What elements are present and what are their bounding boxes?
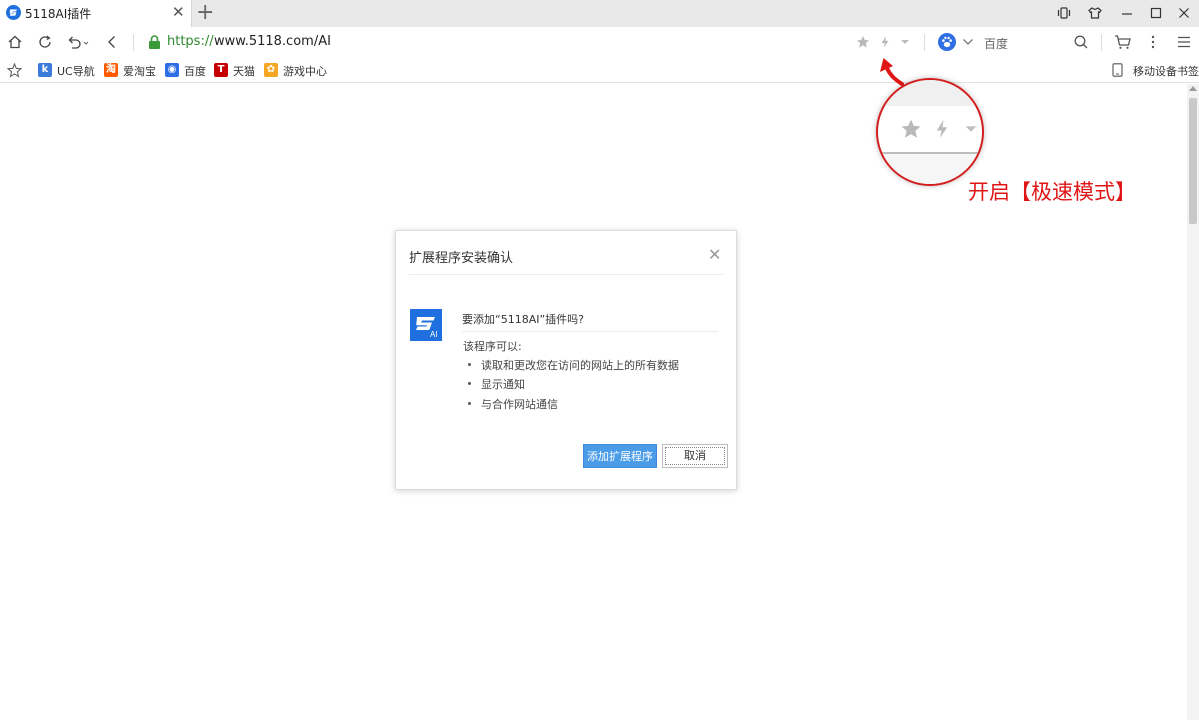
svg-text:AI: AI (430, 330, 438, 339)
close-icon[interactable] (1176, 5, 1192, 21)
divider (409, 274, 723, 275)
divider (1101, 34, 1102, 51)
scrollbar[interactable] (1187, 84, 1199, 720)
url-protocol: https:// (167, 34, 214, 49)
divider (924, 34, 925, 51)
uc-icon: k (38, 63, 52, 77)
bookmark-star-icon[interactable] (7, 63, 22, 78)
bookmark-label: 爱淘宝 (123, 65, 156, 78)
star-icon[interactable] (856, 35, 870, 49)
magnified-band (878, 154, 982, 184)
bullet (468, 402, 471, 405)
bookmark-label: 天猫 (233, 65, 255, 78)
cart-icon[interactable] (1114, 34, 1132, 50)
callout-text: 开启【极速模式】 (968, 180, 1136, 204)
tab-active[interactable]: 5118AI插件 ✕ (0, 0, 192, 27)
scroll-thumb[interactable] (1189, 98, 1197, 224)
dropdown-icon (965, 126, 977, 132)
5118ai-logo-icon: AI (410, 309, 442, 341)
magnified-band (878, 80, 982, 106)
maximize-icon[interactable] (1148, 5, 1164, 21)
address-bar[interactable]: https:// www.5118.com/AI (140, 31, 920, 54)
lightning-icon (936, 120, 948, 138)
tmall-icon: T (214, 63, 228, 77)
bullet (468, 363, 471, 366)
back-icon[interactable] (104, 34, 120, 50)
close-icon[interactable]: ✕ (172, 4, 185, 20)
taobao-icon: 淘 (104, 63, 118, 77)
minimize-icon[interactable] (1119, 5, 1135, 21)
home-icon[interactable] (7, 34, 23, 50)
vibrate-mode-icon[interactable] (1056, 5, 1072, 21)
scroll-up-arrow[interactable] (1189, 86, 1197, 91)
skin-icon[interactable] (1087, 5, 1103, 21)
bullet (468, 382, 471, 385)
bookmarks-bar: k UC导航 淘 爱淘宝 ◉ 百度 T 天猫 ✿ 游戏中心 移动设备书签 (0, 58, 1199, 83)
url-host: www.5118.com/AI (214, 34, 331, 49)
bookmark-label: 游戏中心 (283, 65, 327, 78)
mobile-device-icon (1112, 63, 1123, 77)
bookmark-label: UC导航 (57, 65, 95, 78)
permission-text: 与合作网站通信 (481, 398, 558, 411)
magnified-toolbar-callout (876, 78, 984, 186)
permissions-heading: 该程序可以: (463, 340, 522, 353)
cancel-button[interactable]: 取消 (662, 444, 728, 468)
search-input[interactable]: 百度 (984, 35, 1008, 52)
navigation-bar: https:// www.5118.com/AI 百度 (0, 27, 1199, 58)
refresh-icon[interactable] (37, 34, 53, 50)
divider (133, 34, 134, 51)
baidu-icon: ◉ (165, 63, 179, 77)
5118-logo-icon (6, 5, 21, 20)
divider (462, 331, 718, 332)
game-icon: ✿ (264, 63, 278, 77)
permission-text: 显示通知 (481, 378, 525, 391)
lock-icon (149, 35, 160, 49)
add-extension-button[interactable]: 添加扩展程序 (583, 444, 657, 468)
undo-close-tab-icon[interactable] (66, 34, 92, 50)
plus-icon[interactable]: + (196, 1, 214, 25)
extension-install-dialog: 扩展程序安装确认 ✕ AI 要添加“5118AI”插件吗? 该程序可以: 读取和… (395, 230, 737, 490)
mobile-bookmarks-label: 移动设备书签 (1133, 65, 1199, 78)
close-icon[interactable]: ✕ (708, 247, 721, 263)
more-vertical-icon[interactable] (1146, 34, 1160, 50)
permission-text: 读取和更改您在访问的网站上的所有数据 (481, 359, 679, 372)
tab-strip: 5118AI插件 ✕ + (0, 0, 1199, 27)
dialog-title: 扩展程序安装确认 (409, 251, 514, 266)
menu-icon[interactable] (1176, 34, 1192, 50)
dropdown-icon[interactable] (900, 39, 910, 45)
install-question: 要添加“5118AI”插件吗? (462, 313, 584, 326)
bookmark-label: 百度 (184, 65, 206, 78)
star-icon (901, 119, 921, 138)
lightning-icon[interactable] (879, 35, 891, 49)
tab-title: 5118AI插件 (25, 7, 92, 21)
baidu-paw-icon[interactable] (938, 33, 956, 51)
chevron-down-icon[interactable] (962, 38, 974, 46)
search-icon[interactable] (1073, 34, 1089, 50)
